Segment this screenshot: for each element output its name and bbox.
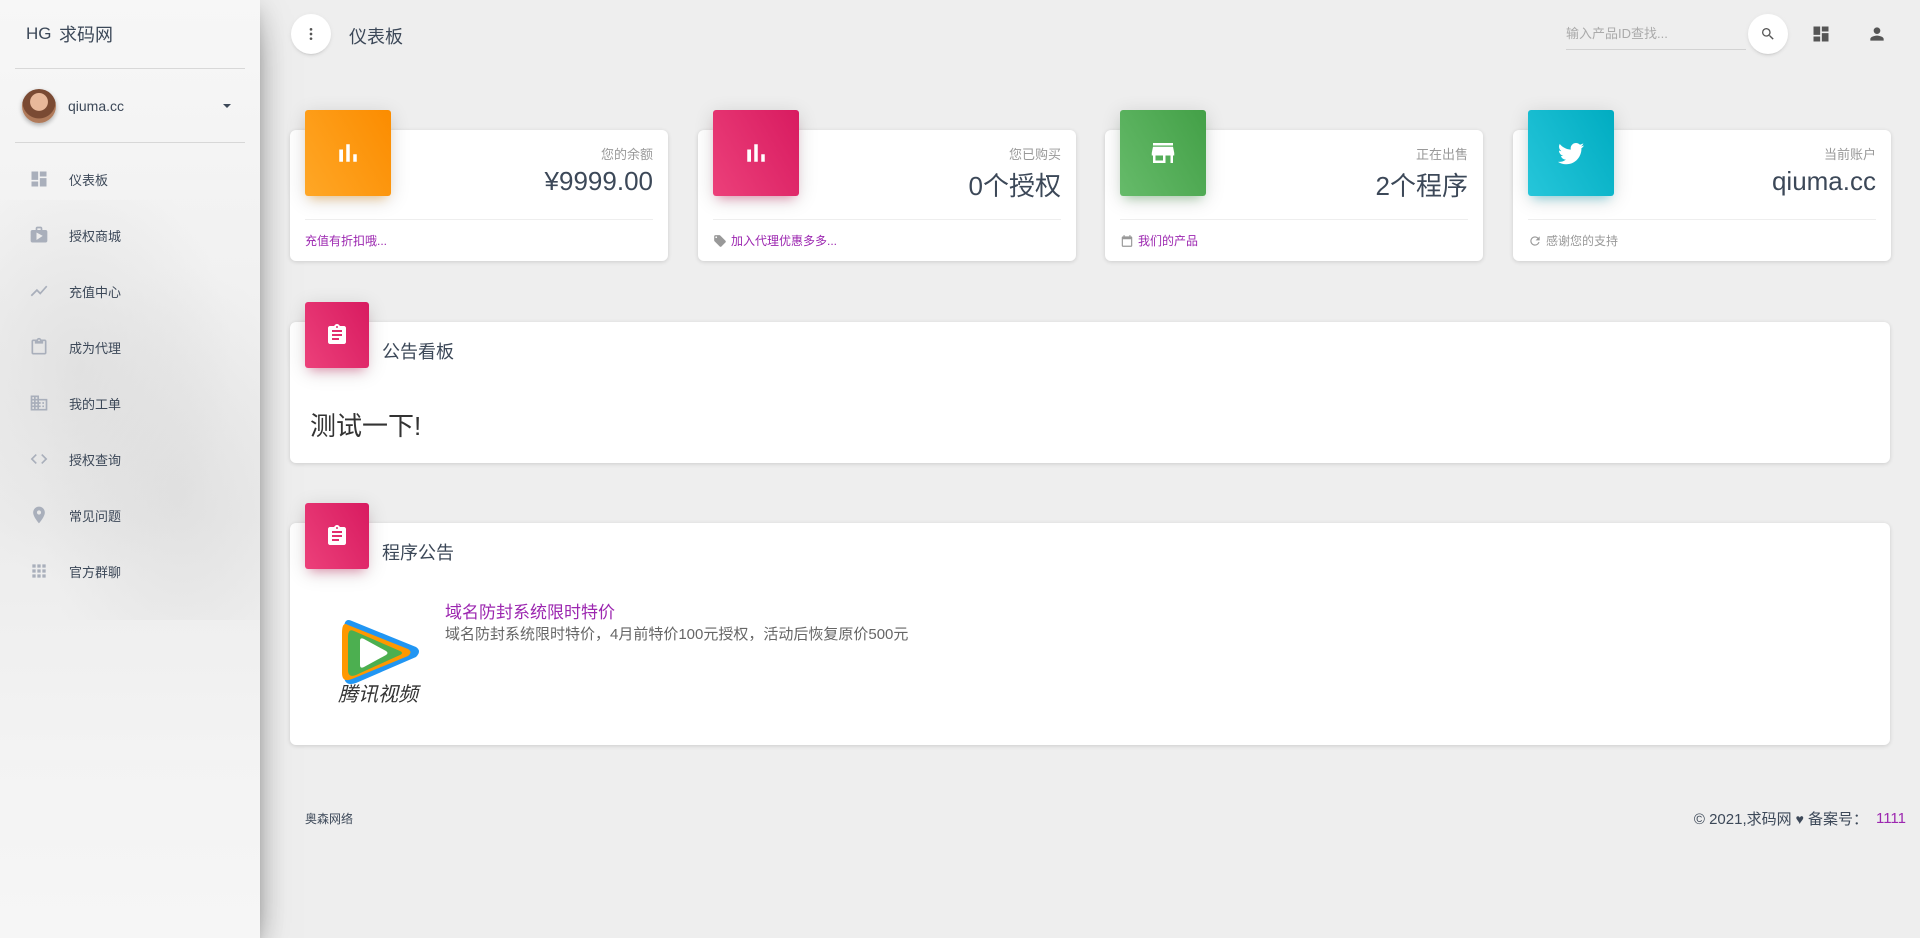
- more-vert-icon: [309, 28, 313, 40]
- stat-footer-text: 我们的产品: [1138, 234, 1199, 248]
- tag-icon: [714, 234, 726, 247]
- shop-bag-icon: [29, 225, 49, 245]
- stat-card-balance: 您的余额 ¥9999.00 充值有折扣哦...: [290, 110, 668, 261]
- stat-value: qiuma.cc: [1771, 166, 1876, 196]
- code-icon: [29, 449, 49, 469]
- stat-footer-text: 加入代理优惠多多...: [731, 234, 838, 248]
- avatar: [22, 88, 56, 123]
- program-item-desc: 域名防封系统限时特价，4月前特价100元授权，活动后恢复原价500元: [445, 626, 909, 643]
- stat-icon-box: [713, 110, 799, 196]
- notice-panel: 公告看板 测试一下!: [290, 302, 1890, 463]
- sidebar-nav: 仪表板 授权商城 充值中心 成为代理 我的工单 授权查询 常见问题 官方群聊: [0, 151, 260, 599]
- footer-copyright: © 2021,求码网 ♥ 备案号： 1111: [1694, 808, 1906, 829]
- refresh-icon: [1530, 235, 1540, 246]
- bar-chart-icon: [339, 144, 357, 162]
- panel-icon-box: [305, 302, 369, 368]
- building-icon: [29, 393, 49, 413]
- trending-icon: [29, 281, 49, 301]
- panel-title: 公告看板: [382, 342, 454, 362]
- search-button[interactable]: [1748, 14, 1788, 54]
- stat-value: ¥9999.00: [544, 166, 653, 196]
- sidebar-item-group[interactable]: 官方群聊: [15, 543, 245, 599]
- logo[interactable]: HG 求码网: [15, 0, 245, 69]
- program-logo[interactable]: 腾讯视频: [338, 603, 424, 706]
- assignment-icon: [328, 525, 346, 545]
- dashboard-icon: [29, 169, 49, 189]
- icp-label: 备案号：: [1807, 811, 1868, 828]
- sidebar-item-label: 常见问题: [69, 508, 122, 524]
- apps-grid-icon: [29, 561, 49, 581]
- logo-mini: HG: [26, 24, 52, 43]
- search-icon: [1762, 28, 1774, 40]
- footer-company[interactable]: 奥森网络: [305, 810, 353, 827]
- sidebar-item-label: 我的工单: [69, 396, 122, 412]
- stat-footer-link[interactable]: 我们的产品: [1120, 219, 1468, 249]
- assignment-icon: [328, 324, 346, 344]
- panel-title: 程序公告: [382, 543, 454, 563]
- sidebar-item-label: 充值中心: [69, 284, 122, 300]
- sidebar: HG 求码网 qiuma.cc 仪表板 授权商城 充值中心 成为代理 我的工单 …: [0, 0, 260, 938]
- sidebar-item-agent[interactable]: 成为代理: [15, 319, 245, 375]
- sidebar-item-label: 官方群聊: [69, 564, 122, 580]
- caret-down-icon: [223, 103, 231, 108]
- stat-category: 您的余额: [600, 147, 653, 162]
- stat-card-purchased: 您已购买 0个授权 加入代理优惠多多...: [698, 110, 1076, 261]
- sidebar-item-recharge[interactable]: 充值中心: [15, 263, 245, 319]
- stat-category: 您已购买: [1008, 147, 1061, 162]
- sidebar-item-query[interactable]: 授权查询: [15, 431, 245, 487]
- stat-icon-box: [1528, 110, 1614, 196]
- search-input[interactable]: [1566, 18, 1746, 50]
- copyright-text: © 2021,求码网: [1693, 811, 1792, 828]
- panel-icon-box: [305, 503, 369, 569]
- stat-footer-link[interactable]: 充值有折扣哦...: [305, 219, 653, 249]
- stat-footer-text: 感谢您的支持: [1546, 234, 1619, 248]
- heart-icon: ♥: [1795, 810, 1804, 827]
- person-icon[interactable]: [1865, 22, 1889, 46]
- notice-content: 测试一下!: [310, 411, 422, 441]
- stat-footer-link[interactable]: 感谢您的支持: [1528, 219, 1876, 249]
- program-notice-panel: 程序公告 腾讯视频 域名防封系统限时特价 域名防封系统限时特价，4月前特价100…: [290, 503, 1890, 745]
- stat-value: 2个程序: [1375, 171, 1468, 201]
- sidebar-item-faq[interactable]: 常见问题: [15, 487, 245, 543]
- sidebar-item-shop[interactable]: 授权商城: [15, 207, 245, 263]
- stat-category: 正在出售: [1415, 147, 1468, 162]
- store-icon: [1151, 143, 1175, 163]
- page-title: 仪表板: [349, 27, 403, 47]
- location-pin-icon: [29, 505, 49, 525]
- calendar-icon: [1121, 234, 1133, 247]
- program-item-title[interactable]: 域名防封系统限时特价: [445, 598, 615, 623]
- user-menu[interactable]: qiuma.cc: [15, 69, 245, 143]
- sidebar-item-dashboard[interactable]: 仪表板: [15, 151, 245, 207]
- topbar: 仪表板: [260, 0, 1920, 70]
- sidebar-item-label: 授权查询: [69, 452, 122, 468]
- dashboard-icon[interactable]: [1809, 22, 1833, 46]
- user-name: qiuma.cc: [68, 97, 125, 114]
- menu-toggle-button[interactable]: [291, 14, 331, 54]
- bar-chart-icon: [747, 144, 765, 162]
- program-logo-text: 腾讯视频: [338, 682, 421, 703]
- stat-category: 当前账户: [1823, 147, 1876, 162]
- sidebar-item-tickets[interactable]: 我的工单: [15, 375, 245, 431]
- stat-value: 0个授权: [968, 171, 1061, 201]
- stat-card-selling: 正在出售 2个程序 我们的产品: [1105, 110, 1483, 261]
- stat-card-account: 当前账户 qiuma.cc 感谢您的支持: [1513, 110, 1891, 261]
- sidebar-item-label: 成为代理: [69, 340, 122, 356]
- stat-icon-box: [1120, 110, 1206, 196]
- stat-footer-link[interactable]: 加入代理优惠多多...: [713, 219, 1061, 249]
- clipboard-icon: [29, 337, 49, 357]
- twitter-icon: [1557, 143, 1585, 165]
- logo-text: 求码网: [59, 25, 113, 45]
- sidebar-item-label: 仪表板: [69, 172, 109, 188]
- sidebar-item-label: 授权商城: [69, 228, 122, 244]
- icp-number[interactable]: 1111: [1876, 810, 1906, 827]
- stat-icon-box: [305, 110, 391, 196]
- stat-footer-text: 充值有折扣哦...: [305, 234, 388, 248]
